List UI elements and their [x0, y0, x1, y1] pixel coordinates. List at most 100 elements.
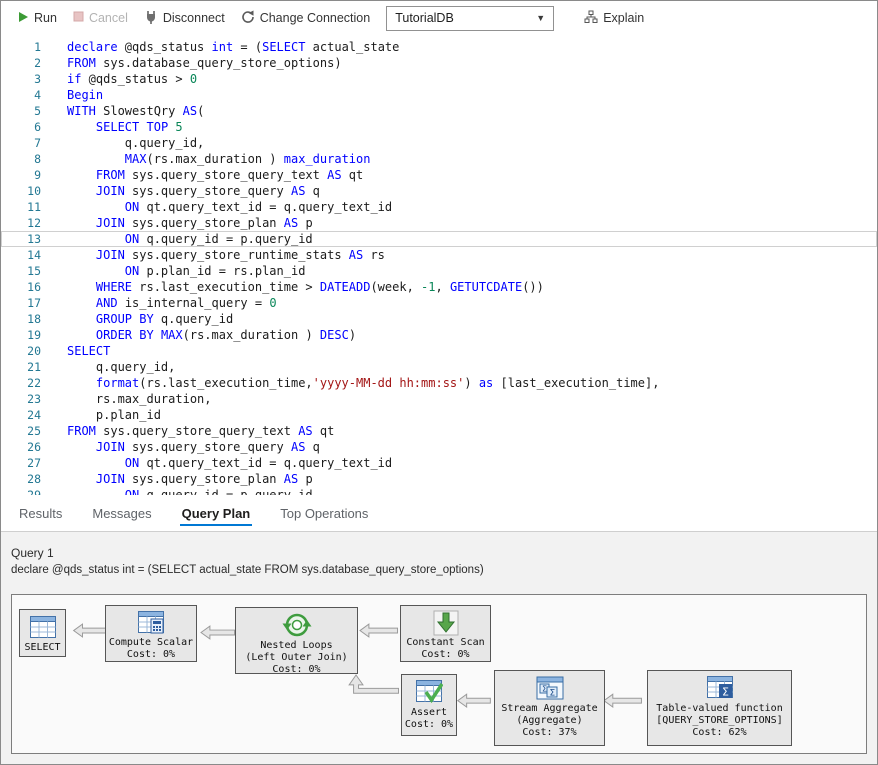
code-line[interactable]: 26 JOIN sys.query_store_query AS q [1, 439, 877, 455]
constant-scan-icon [433, 609, 459, 636]
database-selector[interactable]: TutorialDB ▼ [386, 6, 554, 31]
sql-editor[interactable]: 1declare @qds_status int = (SELECT actua… [1, 35, 877, 499]
line-number: 21 [1, 359, 45, 375]
code-text: ON p.plan_id = rs.plan_id [45, 263, 305, 279]
explain-plan-icon [584, 10, 598, 27]
code-line[interactable]: 9 FROM sys.query_store_query_text AS qt [1, 167, 877, 183]
code-text: if @qds_status > 0 [45, 71, 197, 87]
plan-node-label: Table-valued function [656, 703, 782, 715]
plan-node-table-valued-function[interactable]: ΣTable-valued function[QUERY_STORE_OPTIO… [647, 670, 792, 746]
plan-node-constant-scan[interactable]: Constant ScanCost: 0% [400, 605, 491, 662]
run-icon [17, 11, 29, 26]
code-line[interactable]: 2FROM sys.database_query_store_options) [1, 55, 877, 71]
execution-plan-canvas[interactable]: SELECTCompute ScalarCost: 0%Nested Loops… [11, 594, 867, 754]
plan-node-label: Cost: 0% [272, 664, 320, 676]
code-text: FROM sys.query_store_query_text AS qt [45, 167, 363, 183]
plan-edge [458, 694, 491, 707]
change-connection-button[interactable]: Change Connection [241, 10, 371, 27]
code-line[interactable]: 8 MAX(rs.max_duration ) max_duration [1, 151, 877, 167]
code-text: WITH SlowestQry AS( [45, 103, 204, 119]
cancel-button[interactable]: Cancel [73, 11, 128, 25]
code-line[interactable]: 23 rs.max_duration, [1, 391, 877, 407]
plan-node-select[interactable]: SELECT [19, 609, 66, 657]
plan-node-label: Cost: 62% [692, 727, 746, 739]
line-number: 8 [1, 151, 45, 167]
code-text: JOIN sys.query_store_plan AS p [45, 471, 313, 487]
table-valued-function-icon: Σ [707, 674, 733, 702]
plan-node-label: (Left Outer Join) [245, 652, 347, 664]
line-number: 7 [1, 135, 45, 151]
code-line[interactable]: 11 ON qt.query_text_id = q.query_text_id [1, 199, 877, 215]
code-line[interactable]: 28 JOIN sys.query_store_plan AS p [1, 471, 877, 487]
code-line[interactable]: 27 ON qt.query_text_id = q.query_text_id [1, 455, 877, 471]
code-line[interactable]: 13 ON q.query_id = p.query_id [1, 231, 877, 247]
tab-top-operations[interactable]: Top Operations [278, 499, 370, 528]
disconnect-label: Disconnect [163, 11, 225, 25]
plan-node-assert[interactable]: AssertCost: 0% [401, 674, 457, 736]
code-text: JOIN sys.query_store_query AS q [45, 183, 320, 199]
line-number: 12 [1, 215, 45, 231]
line-number: 11 [1, 199, 45, 215]
code-line[interactable]: 14 JOIN sys.query_store_runtime_stats AS… [1, 247, 877, 263]
plan-edge [201, 626, 235, 639]
query-editor-window: Run Cancel Disconnect Change Connection … [0, 0, 878, 765]
plan-node-label: [QUERY_STORE_OPTIONS] [656, 715, 782, 727]
plan-node-label: Cost: 0% [405, 719, 453, 731]
stream-aggregate-icon: ΣΣ [536, 674, 564, 702]
line-number: 16 [1, 279, 45, 295]
line-number: 22 [1, 375, 45, 391]
code-line[interactable]: 16 WHERE rs.last_execution_time > DATEAD… [1, 279, 877, 295]
code-line[interactable]: 24 p.plan_id [1, 407, 877, 423]
plan-edge [604, 694, 642, 707]
line-number: 9 [1, 167, 45, 183]
code-line[interactable]: 22 format(rs.last_execution_time,'yyyy-M… [1, 375, 877, 391]
assert-icon [416, 678, 443, 706]
disconnect-button[interactable]: Disconnect [144, 10, 225, 27]
code-text: ORDER BY MAX(rs.max_duration ) DESC) [45, 327, 356, 343]
code-line[interactable]: 21 q.query_id, [1, 359, 877, 375]
code-line[interactable]: 5WITH SlowestQry AS( [1, 103, 877, 119]
code-line[interactable]: 20SELECT [1, 343, 877, 359]
code-line[interactable]: 10 JOIN sys.query_store_query AS q [1, 183, 877, 199]
code-line[interactable]: 4Begin [1, 87, 877, 103]
plan-node-label: SELECT [24, 642, 60, 654]
plan-node-nested-loops[interactable]: Nested Loops(Left Outer Join)Cost: 0% [235, 607, 358, 674]
line-number: 5 [1, 103, 45, 119]
line-number: 19 [1, 327, 45, 343]
code-line[interactable]: 25FROM sys.query_store_query_text AS qt [1, 423, 877, 439]
code-line[interactable]: 3if @qds_status > 0 [1, 71, 877, 87]
code-text: ON q.query_id = p.query_id [45, 231, 313, 247]
plan-node-label: Cost: 0% [421, 649, 469, 661]
code-line[interactable]: 15 ON p.plan_id = rs.plan_id [1, 263, 877, 279]
compute-scalar-icon [138, 609, 164, 636]
code-line[interactable]: 18 GROUP BY q.query_id [1, 311, 877, 327]
line-number: 4 [1, 87, 45, 103]
code-text: FROM sys.database_query_store_options) [45, 55, 342, 71]
plan-node-stream-aggregate[interactable]: ΣΣStream Aggregate(Aggregate)Cost: 37% [494, 670, 605, 746]
run-button[interactable]: Run [17, 11, 57, 26]
line-number: 24 [1, 407, 45, 423]
plan-node-label: Cost: 0% [127, 649, 175, 661]
tab-results[interactable]: Results [17, 499, 64, 528]
code-text: JOIN sys.query_store_query AS q [45, 439, 320, 455]
plan-node-label: Compute Scalar [109, 637, 193, 649]
plan-edge [360, 624, 398, 637]
line-number: 17 [1, 295, 45, 311]
plan-edge [349, 675, 398, 693]
code-text: format(rs.last_execution_time,'yyyy-MM-d… [45, 375, 659, 391]
code-line[interactable]: 17 AND is_internal_query = 0 [1, 295, 877, 311]
tab-messages[interactable]: Messages [90, 499, 153, 528]
tab-query-plan[interactable]: Query Plan [180, 499, 253, 528]
code-text: Begin [45, 87, 103, 103]
code-line[interactable]: 12 JOIN sys.query_store_plan AS p [1, 215, 877, 231]
code-line[interactable]: 7 q.query_id, [1, 135, 877, 151]
run-label: Run [34, 11, 57, 25]
code-line[interactable]: 1declare @qds_status int = (SELECT actua… [1, 39, 877, 55]
code-text: MAX(rs.max_duration ) max_duration [45, 151, 370, 167]
plan-node-compute-scalar[interactable]: Compute ScalarCost: 0% [105, 605, 197, 662]
code-line[interactable]: 19 ORDER BY MAX(rs.max_duration ) DESC) [1, 327, 877, 343]
plan-node-label: (Aggregate) [516, 715, 582, 727]
code-line[interactable]: 6 SELECT TOP 5 [1, 119, 877, 135]
explain-button[interactable]: Explain [584, 10, 644, 27]
plan-node-label: Cost: 37% [522, 727, 576, 739]
